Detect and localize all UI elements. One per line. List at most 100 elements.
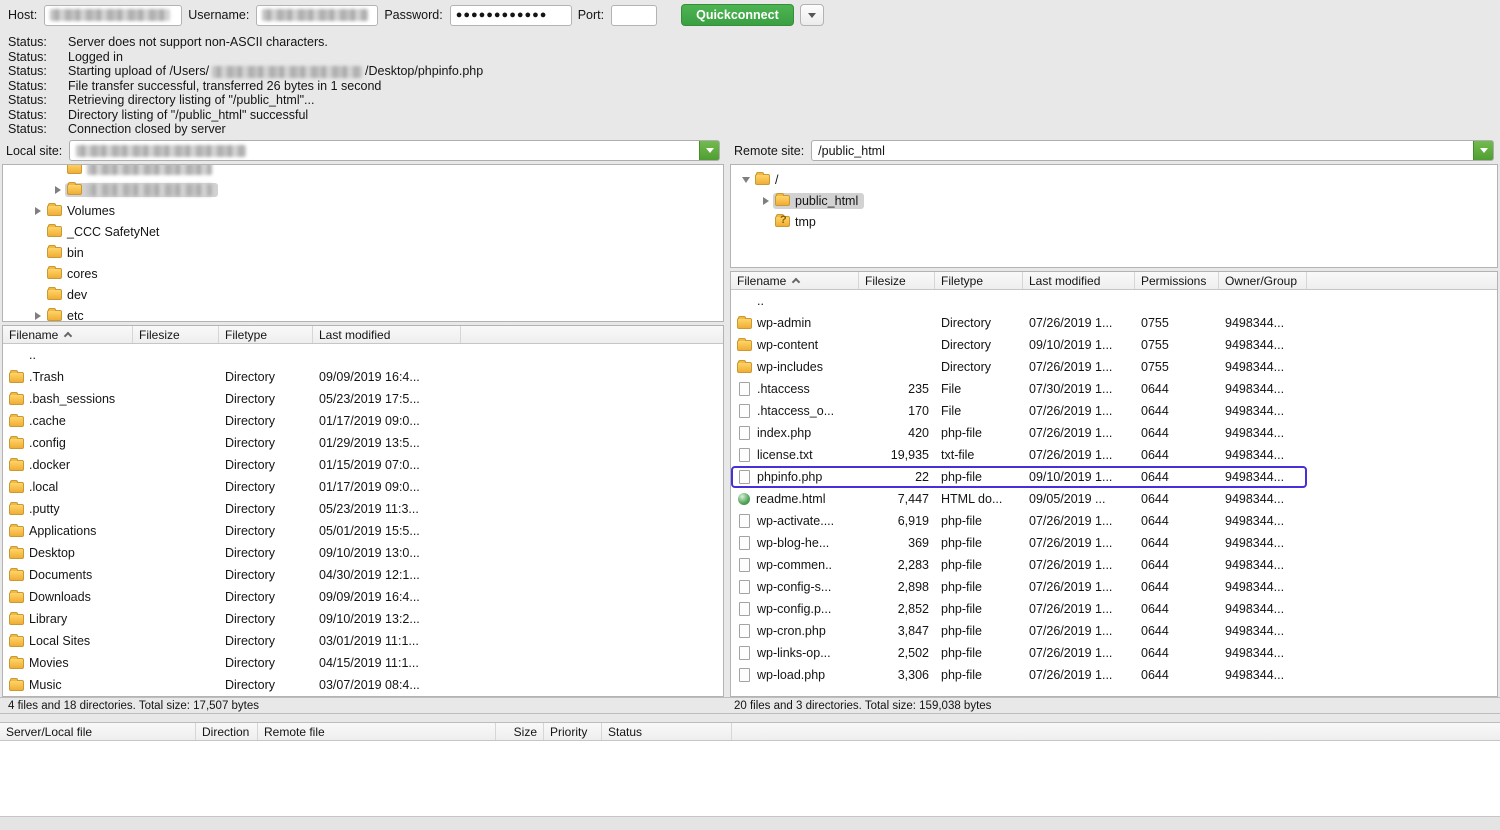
column-header-filetype[interactable]: Filetype	[935, 272, 1023, 289]
column-header-filename[interactable]: Filename	[3, 326, 133, 343]
tree-item[interactable]: cores	[3, 263, 723, 284]
folder-icon	[9, 460, 24, 471]
file-row[interactable]: .htaccess235File07/30/2019 1...064494983…	[731, 378, 1497, 400]
folder-icon	[47, 226, 62, 237]
remote-list-rows: ..wp-adminDirectory07/26/2019 1...075594…	[731, 290, 1497, 696]
file-row[interactable]: wp-commen..2,283php-file07/26/2019 1...0…	[731, 554, 1497, 576]
quickconnect-dropdown-button[interactable]	[800, 4, 824, 26]
file-row[interactable]: wp-config.p...2,852php-file07/26/2019 1.…	[731, 598, 1497, 620]
column-header-filename[interactable]: Filename	[731, 272, 859, 289]
file-row[interactable]: MoviesDirectory04/15/2019 11:1...	[3, 652, 723, 674]
file-row[interactable]: DocumentsDirectory04/30/2019 12:1...	[3, 564, 723, 586]
column-header-remote-file[interactable]: Remote file	[258, 723, 496, 740]
file-icon	[739, 448, 750, 462]
status-message: Logged in	[68, 50, 123, 65]
file-row[interactable]: .cacheDirectory01/17/2019 09:0...	[3, 410, 723, 432]
host-input[interactable]	[44, 5, 182, 26]
remote-site-combobox[interactable]: /public_html	[811, 140, 1494, 161]
file-row[interactable]: .configDirectory01/29/2019 13:5...	[3, 432, 723, 454]
file-row[interactable]: .htaccess_o...170File07/26/2019 1...0644…	[731, 400, 1497, 422]
file-row[interactable]: LibraryDirectory09/10/2019 13:2...	[3, 608, 723, 630]
column-header-status[interactable]: Status	[602, 723, 732, 740]
remote-site-dropdown-button[interactable]	[1473, 140, 1494, 161]
filesize-cell: 369	[859, 532, 935, 554]
last-modified-cell: 07/26/2019 1...	[1023, 642, 1135, 664]
chevron-down-icon	[808, 13, 816, 18]
filetype-cell: Directory	[219, 454, 313, 476]
column-header-last-modified[interactable]: Last modified	[313, 326, 461, 343]
tree-item[interactable]: Volumes	[3, 200, 723, 221]
tree-item[interactable]: public_html	[731, 190, 1497, 211]
password-label: Password:	[384, 8, 442, 22]
file-row[interactable]: .localDirectory01/17/2019 09:0...	[3, 476, 723, 498]
filetype-cell: txt-file	[935, 444, 1023, 466]
filetype-cell: Directory	[219, 520, 313, 542]
file-row[interactable]: wp-blog-he...369php-file07/26/2019 1...0…	[731, 532, 1497, 554]
file-row[interactable]: wp-includesDirectory07/26/2019 1...07559…	[731, 356, 1497, 378]
password-input[interactable]: ●●●●●●●●●●●●	[450, 5, 572, 26]
folder-icon	[9, 526, 24, 537]
permissions-cell: 0644	[1135, 664, 1219, 686]
file-row[interactable]: DownloadsDirectory09/09/2019 16:4...	[3, 586, 723, 608]
file-row[interactable]: .dockerDirectory01/15/2019 07:0...	[3, 454, 723, 476]
sort-ascending-icon	[792, 277, 800, 285]
file-row[interactable]: MusicDirectory03/07/2019 08:4...	[3, 674, 723, 696]
file-row[interactable]: license.txt19,935txt-file07/26/2019 1...…	[731, 444, 1497, 466]
file-row[interactable]: phpinfo.php22php-file09/10/2019 1...0644…	[731, 466, 1497, 488]
file-icon	[739, 404, 750, 418]
file-row[interactable]: wp-load.php3,306php-file07/26/2019 1...0…	[731, 664, 1497, 686]
file-row[interactable]: wp-links-op...2,502php-file07/26/2019 1.…	[731, 642, 1497, 664]
filesize-cell	[133, 410, 219, 432]
tree-item[interactable]: etc	[3, 305, 723, 322]
status-prefix: Status:	[8, 122, 68, 137]
owner-group-cell: 9498344...	[1219, 598, 1307, 620]
filetype-cell: php-file	[935, 510, 1023, 532]
owner-group-cell: 9498344...	[1219, 620, 1307, 642]
globe-icon	[738, 493, 750, 505]
tree-item[interactable]	[3, 164, 723, 179]
column-header-owner-group[interactable]: Owner/Group	[1219, 272, 1307, 289]
file-row[interactable]: wp-contentDirectory09/10/2019 1...075594…	[731, 334, 1497, 356]
file-row[interactable]: index.php420php-file07/26/2019 1...06449…	[731, 422, 1497, 444]
column-header-direction[interactable]: Direction	[196, 723, 258, 740]
file-row[interactable]: wp-config-s...2,898php-file07/26/2019 1.…	[731, 576, 1497, 598]
column-header-filetype[interactable]: Filetype	[219, 326, 313, 343]
file-row[interactable]: wp-adminDirectory07/26/2019 1...07559498…	[731, 312, 1497, 334]
tree-item[interactable]: tmp	[731, 211, 1497, 232]
file-row[interactable]: ..	[731, 290, 1497, 312]
file-row[interactable]: ..	[3, 344, 723, 366]
column-header-server-local-file[interactable]: Server/Local file	[0, 723, 196, 740]
filesize-cell: 170	[859, 400, 935, 422]
column-header-priority[interactable]: Priority	[544, 723, 602, 740]
last-modified-cell: 07/26/2019 1...	[1023, 664, 1135, 686]
column-header-filesize[interactable]: Filesize	[859, 272, 935, 289]
file-row[interactable]: ApplicationsDirectory05/01/2019 15:5...	[3, 520, 723, 542]
tree-item[interactable]: _CCC SafetyNet	[3, 221, 723, 242]
status-log: Status:Server does not support non-ASCII…	[0, 30, 1500, 137]
file-row[interactable]: readme.html7,447HTML do...09/05/2019 ...…	[731, 488, 1497, 510]
local-site-dropdown-button[interactable]	[699, 140, 720, 161]
quickconnect-button[interactable]: Quickconnect	[681, 4, 794, 26]
file-row[interactable]: wp-activate....6,919php-file07/26/2019 1…	[731, 510, 1497, 532]
file-row[interactable]: .bash_sessionsDirectory05/23/2019 17:5..…	[3, 388, 723, 410]
port-input[interactable]	[611, 5, 657, 26]
status-line: Status:Server does not support non-ASCII…	[8, 35, 1500, 50]
username-input[interactable]	[256, 5, 378, 26]
tree-item[interactable]: /	[731, 169, 1497, 190]
file-row[interactable]: DesktopDirectory09/10/2019 13:0...	[3, 542, 723, 564]
file-row[interactable]: .TrashDirectory09/09/2019 16:4...	[3, 366, 723, 388]
filename-cell: Desktop	[3, 542, 133, 564]
tree-item[interactable]: bin	[3, 242, 723, 263]
column-header-size[interactable]: Size	[496, 723, 544, 740]
tree-item[interactable]	[3, 179, 723, 200]
main-panes: Local site: Volumes_CCC SafetyNetbincore…	[0, 137, 1500, 697]
file-row[interactable]: .puttyDirectory05/23/2019 11:3...	[3, 498, 723, 520]
status-message: Starting upload of /Users//Desktop/phpin…	[68, 64, 483, 79]
column-header-filesize[interactable]: Filesize	[133, 326, 219, 343]
file-row[interactable]: wp-cron.php3,847php-file07/26/2019 1...0…	[731, 620, 1497, 642]
file-row[interactable]: Local SitesDirectory03/01/2019 11:1...	[3, 630, 723, 652]
local-site-combobox[interactable]	[69, 140, 720, 161]
column-header-last-modified[interactable]: Last modified	[1023, 272, 1135, 289]
column-header-permissions[interactable]: Permissions	[1135, 272, 1219, 289]
tree-item[interactable]: dev	[3, 284, 723, 305]
